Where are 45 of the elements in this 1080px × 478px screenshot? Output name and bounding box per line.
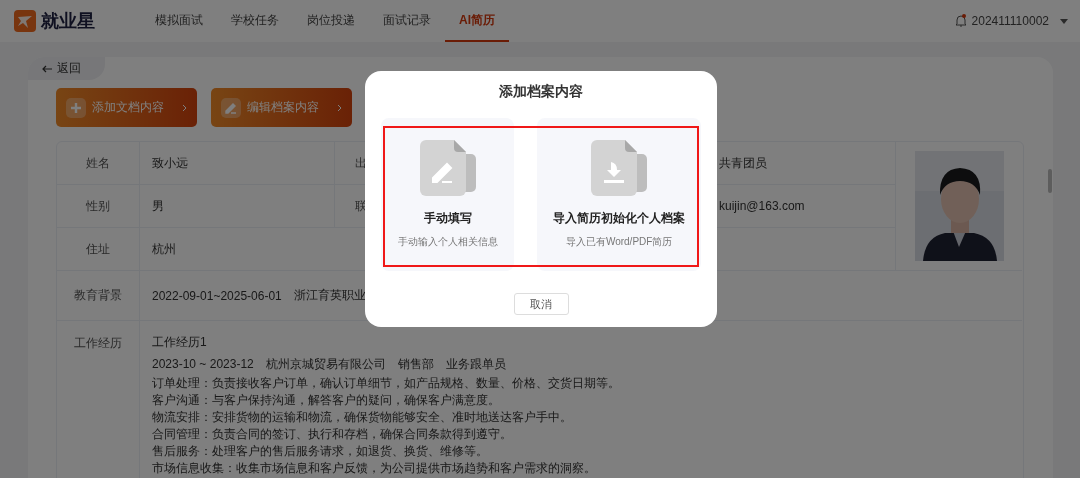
option-card[interactable]: 导入简历初始化个人档案 导入已有Word/PDF简历 xyxy=(537,118,701,271)
field-value: 致小远 xyxy=(140,142,335,185)
chevron-icon xyxy=(182,103,187,112)
nav-tab[interactable]: 岗位投递 xyxy=(293,0,369,42)
action-button[interactable]: 编辑档案内容 xyxy=(211,88,352,127)
work-title: 工作经历1 xyxy=(152,334,207,351)
duty-line: 市场信息收集：收集市场信息和客户反馈，为公司提供市场趋势和客户需求的洞察。 xyxy=(152,460,596,477)
option-title: 导入简历初始化个人档案 xyxy=(553,210,686,227)
option-description: 手动输入个人相关信息 xyxy=(397,235,498,249)
nav-tab[interactable]: 面试记录 xyxy=(369,0,445,42)
option-card[interactable]: 手动填写 手动输入个人相关信息 xyxy=(381,118,515,271)
work-period: 2023-10 ~ 2023-12 xyxy=(152,356,254,373)
star-logo-icon xyxy=(14,10,36,32)
dialog-title: 添加档案内容 xyxy=(499,83,583,101)
chevron-icon xyxy=(337,103,342,112)
field-label: 性别 xyxy=(57,185,140,228)
nav-tab[interactable]: 模拟面试 xyxy=(141,0,217,42)
education-period: 2022-09-01~2025-06-01 xyxy=(152,288,282,303)
caret-icon[interactable] xyxy=(1060,18,1068,24)
user-id[interactable]: 202411110002 xyxy=(971,14,1049,28)
back-link[interactable]: 返回 xyxy=(28,57,105,80)
field-label: 工作经历 xyxy=(57,321,140,478)
education-school: 浙江育英职业 xyxy=(293,287,366,304)
logo-text: 就业星 xyxy=(41,10,95,33)
action-button[interactable]: 添加文档内容 xyxy=(56,88,197,127)
duty-line: 物流安排：安排货物的运输和物流，确保货物能够安全、准时地送达客户手中。 xyxy=(152,409,572,426)
position: 业务跟单员 xyxy=(445,356,506,373)
cancel-button[interactable]: 取消 xyxy=(513,293,569,315)
duty-line: 客户沟通：与客户保持沟通，解答客户的疑问，确保客户满意度。 xyxy=(152,392,500,409)
nav-tab[interactable]: AI简历 xyxy=(445,0,509,42)
back-arrow-icon xyxy=(42,64,52,73)
document-download-icon xyxy=(591,140,648,196)
field-value: 男 xyxy=(140,185,335,228)
bell-icon[interactable] xyxy=(954,14,967,28)
duty-line: 订单处理：负责接收客户订单，确认订单细节，如产品规格、数量、价格、交货日期等。 xyxy=(152,375,620,392)
field-label: 教育背景 xyxy=(57,271,140,321)
duty-line: 合同管理：负责合同的签订、执行和存档，确保合同条款得到遵守。 xyxy=(152,426,512,443)
field-label: 住址 xyxy=(57,228,140,271)
nav-tab[interactable]: 学校任务 xyxy=(217,0,293,42)
company-name: 杭州京城贸易有限公司 xyxy=(265,356,386,373)
option-description: 导入已有Word/PDF简历 xyxy=(565,235,673,249)
document-pen-icon xyxy=(419,140,476,196)
department: 销售部 xyxy=(397,356,434,373)
duty-line: 售后服务：处理客户的售后服务请求，如退货、换货、维修等。 xyxy=(152,443,488,460)
field-label: 姓名 xyxy=(57,142,140,185)
